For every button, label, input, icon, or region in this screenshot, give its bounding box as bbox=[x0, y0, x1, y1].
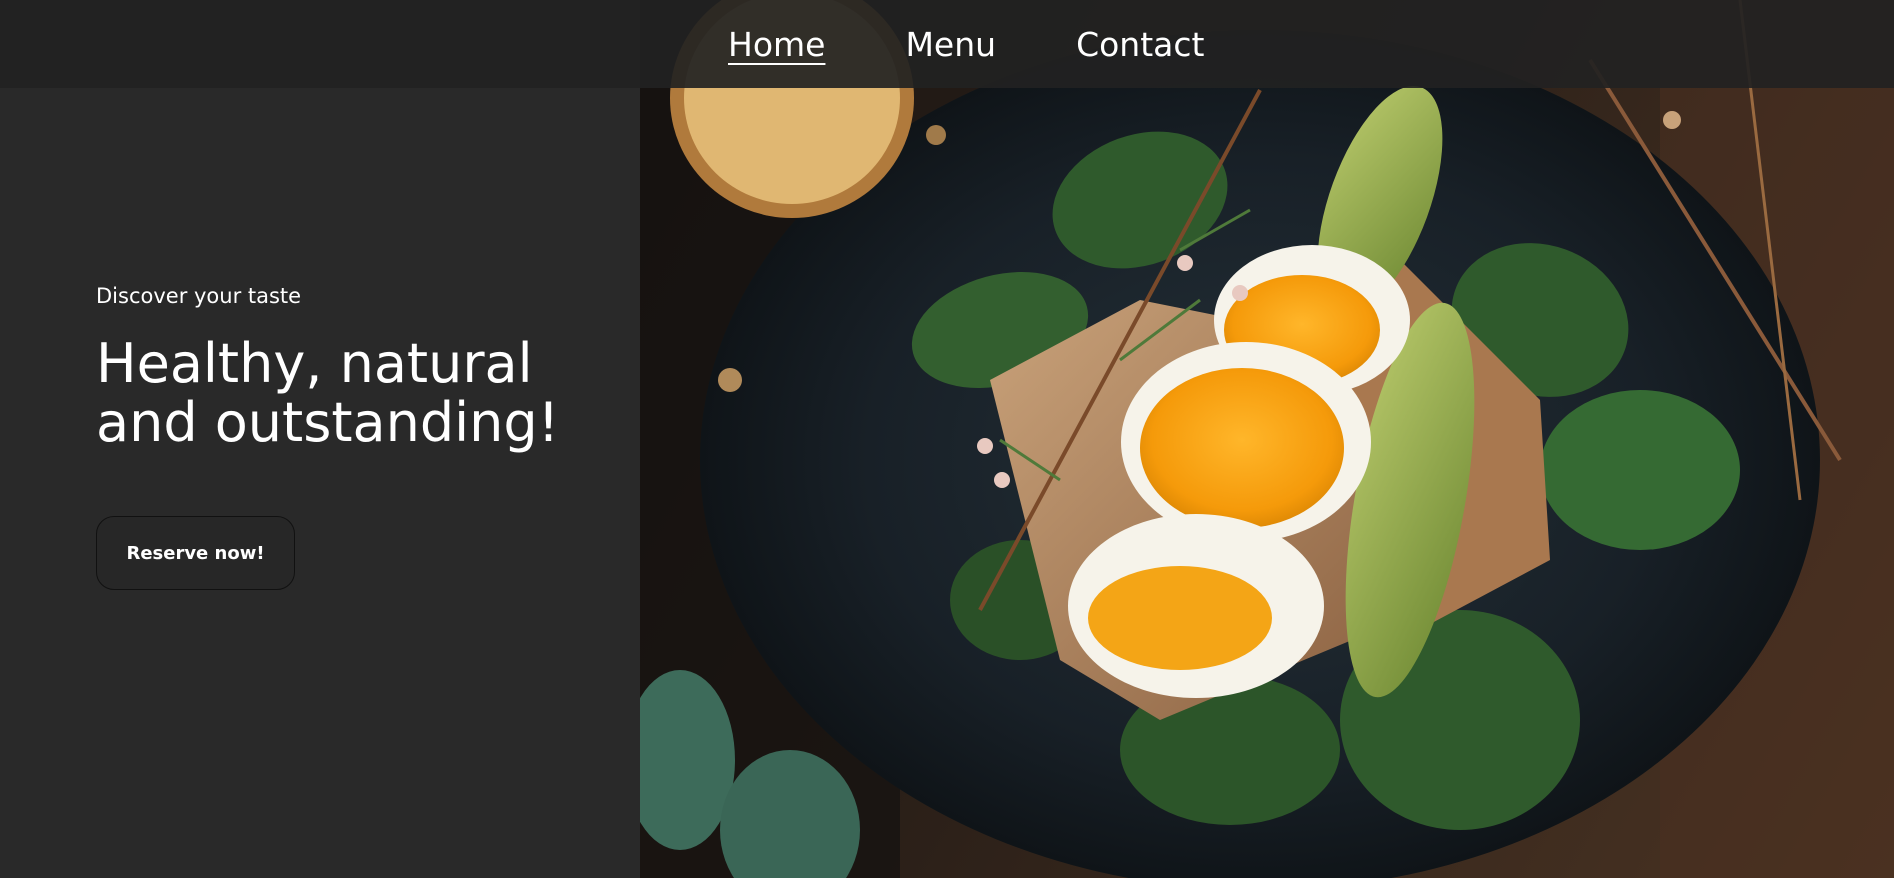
hero-headline-line-2: and outstanding! bbox=[96, 391, 560, 454]
top-navbar: Home Menu Contact bbox=[0, 0, 1894, 88]
hero-text: Discover your taste Healthy, natural and… bbox=[96, 284, 616, 452]
reserve-now-button[interactable]: Reserve now! bbox=[96, 516, 295, 590]
food-photo-illustration bbox=[640, 0, 1894, 878]
hero-image bbox=[640, 0, 1894, 878]
hero-headline-line-1: Healthy, natural bbox=[96, 332, 533, 395]
page: Home Menu Contact Discover your taste He… bbox=[0, 0, 1894, 878]
nav-link-menu[interactable]: Menu bbox=[905, 28, 996, 61]
nav-link-contact[interactable]: Contact bbox=[1076, 28, 1204, 61]
hero-tagline: Discover your taste bbox=[96, 284, 302, 308]
nav-links: Home Menu Contact bbox=[728, 0, 1204, 88]
nav-link-home[interactable]: Home bbox=[728, 28, 825, 61]
hero-headline: Healthy, natural and outstanding! bbox=[96, 334, 616, 452]
